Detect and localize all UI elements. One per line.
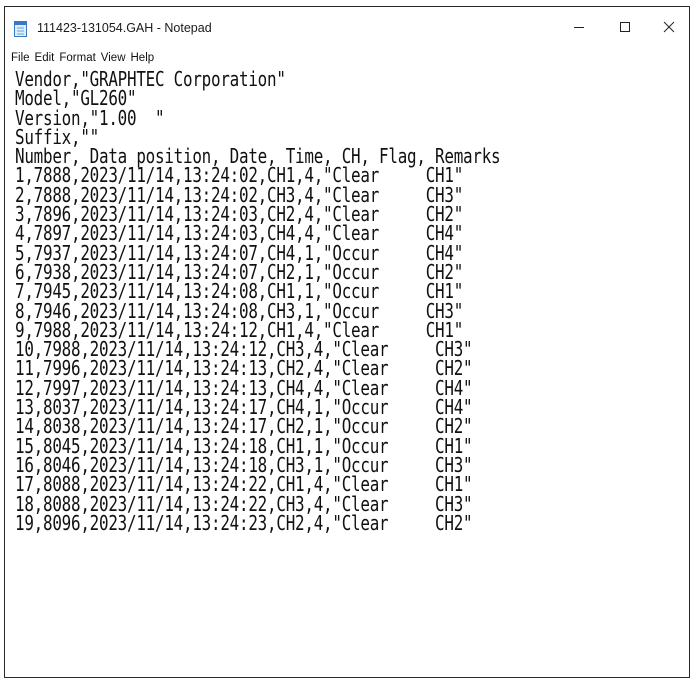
close-button[interactable] [646, 9, 692, 45]
window-title: 111423-131054.GAH - Notepad [37, 21, 212, 35]
notepad-app-icon [14, 21, 28, 37]
menu-help[interactable]: Help [131, 52, 155, 64]
close-icon [663, 21, 675, 33]
text-lines: Vendor,"GRAPHTEC Corporation" Model,"GL26… [15, 69, 626, 535]
text-editor-area[interactable]: Vendor,"GRAPHTEC Corporation" Model,"GL26… [5, 68, 689, 677]
maximize-icon [620, 22, 630, 32]
notepad-window: 111423-131054.GAH - Notepad File Edit Fo… [4, 6, 690, 678]
menu-bar: File Edit Format View Help [5, 49, 689, 67]
menu-edit[interactable]: Edit [35, 52, 55, 64]
minimize-icon [574, 27, 584, 28]
menu-view[interactable]: View [101, 52, 126, 64]
title-bar[interactable]: 111423-131054.GAH - Notepad [5, 7, 689, 47]
menu-format[interactable]: Format [59, 52, 95, 64]
menu-file[interactable]: File [11, 52, 30, 64]
text-line: 19,8096,2023/11/14,13:24:23,CH2,4,"Clear… [15, 510, 473, 535]
maximize-button[interactable] [602, 9, 648, 45]
minimize-button[interactable] [556, 9, 602, 45]
